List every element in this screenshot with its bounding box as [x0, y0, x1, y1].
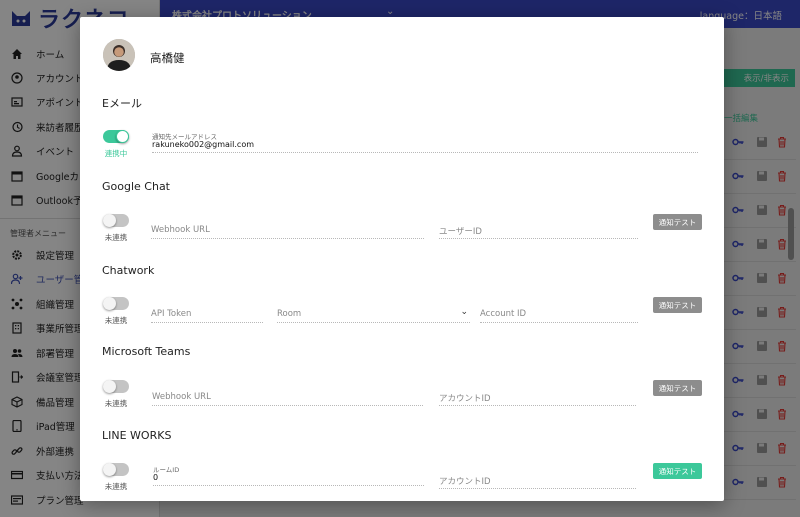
- toggle-knob: [116, 130, 129, 143]
- chatwork-section-title: Chatwork: [102, 264, 155, 277]
- line-works-test-button[interactable]: 通知テスト: [653, 463, 702, 479]
- chatwork-api-token-input[interactable]: API Token: [151, 301, 263, 323]
- chatwork-toggle-status: 未連携: [104, 316, 128, 325]
- google-chat-toggle-status: 未連携: [104, 233, 128, 242]
- teams-webhook-input[interactable]: Webhook URL: [152, 384, 423, 406]
- email-toggle[interactable]: [103, 130, 129, 143]
- placeholder: アカウントID: [439, 477, 491, 487]
- google-chat-test-button[interactable]: 通知テスト: [653, 214, 702, 230]
- chevron-down-icon: ⌄: [460, 307, 468, 317]
- teams-account-id-input[interactable]: アカウントID: [439, 384, 636, 406]
- email-field-value: rakuneko002@gmail.com: [152, 140, 254, 149]
- placeholder: Account ID: [480, 309, 527, 319]
- placeholder: Webhook URL: [152, 392, 211, 402]
- line-works-account-id-input[interactable]: アカウントID: [439, 467, 636, 489]
- google-chat-webhook-input[interactable]: Webhook URL: [151, 217, 424, 239]
- email-toggle-status: 連携中: [104, 149, 128, 158]
- placeholder: アカウントID: [439, 394, 491, 404]
- email-section-title: Eメール: [102, 97, 142, 110]
- room-id-value: 0: [153, 473, 159, 482]
- line-works-room-id-input[interactable]: ルームID 0: [153, 464, 424, 486]
- teams-test-button[interactable]: 通知テスト: [653, 380, 702, 396]
- line-works-toggle-status: 未連携: [104, 482, 128, 491]
- google-chat-toggle[interactable]: [103, 214, 129, 227]
- placeholder: Room: [277, 309, 302, 319]
- toggle-knob: [103, 214, 116, 227]
- google-chat-section-title: Google Chat: [102, 180, 170, 193]
- email-field[interactable]: 通知先メールアドレス rakuneko002@gmail.com: [152, 131, 698, 153]
- google-chat-user-id-input[interactable]: ユーザーID: [439, 217, 638, 239]
- avatar: [103, 39, 135, 71]
- toggle-knob: [103, 463, 116, 476]
- chatwork-account-id-input[interactable]: Account ID: [480, 301, 638, 323]
- notification-settings-dialog: 高橋健 Eメール 連携中 通知先メールアドレス rakuneko002@gmai…: [80, 17, 724, 501]
- placeholder: API Token: [151, 309, 192, 319]
- toggle-knob: [103, 380, 116, 393]
- toggle-knob: [103, 297, 116, 310]
- line-works-toggle[interactable]: [103, 463, 129, 476]
- teams-toggle-status: 未連携: [104, 399, 128, 408]
- teams-toggle[interactable]: [103, 380, 129, 393]
- placeholder: Webhook URL: [151, 225, 210, 235]
- user-name: 高橋健: [150, 51, 185, 65]
- chatwork-test-button[interactable]: 通知テスト: [653, 297, 702, 313]
- line-works-section-title: LINE WORKS: [102, 429, 172, 442]
- teams-section-title: Microsoft Teams: [102, 345, 191, 358]
- chatwork-room-select[interactable]: Room ⌄: [277, 301, 470, 323]
- placeholder: ユーザーID: [439, 227, 482, 237]
- chatwork-toggle[interactable]: [103, 297, 129, 310]
